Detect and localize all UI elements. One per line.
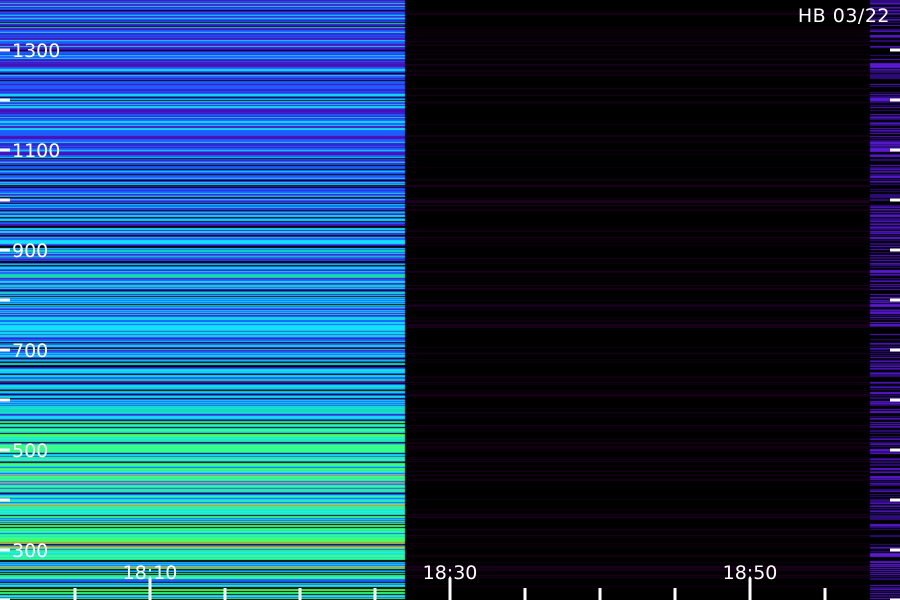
x-tick-label: 18:10	[123, 562, 178, 584]
spectrogram-chart: 1300 1100 900 700 500 300 18:10 18:30 18:50 HB 0…	[0, 0, 900, 600]
x-tick-label: 18:50	[723, 562, 778, 584]
chart-axes: 1300 1100 900 700 500 300 18:10 18:30 18:50	[0, 40, 900, 600]
y-tick-label: 900	[12, 240, 48, 262]
station-date-stamp: HB 03/22	[797, 5, 890, 27]
y-tick-label: 1300	[12, 40, 60, 62]
y-tick-label: 700	[12, 340, 48, 362]
y-tick-label: 500	[12, 440, 48, 462]
x-tick-label: 18:30	[423, 562, 478, 584]
y-tick-label: 300	[12, 540, 48, 562]
y-tick-label: 1100	[12, 140, 60, 162]
